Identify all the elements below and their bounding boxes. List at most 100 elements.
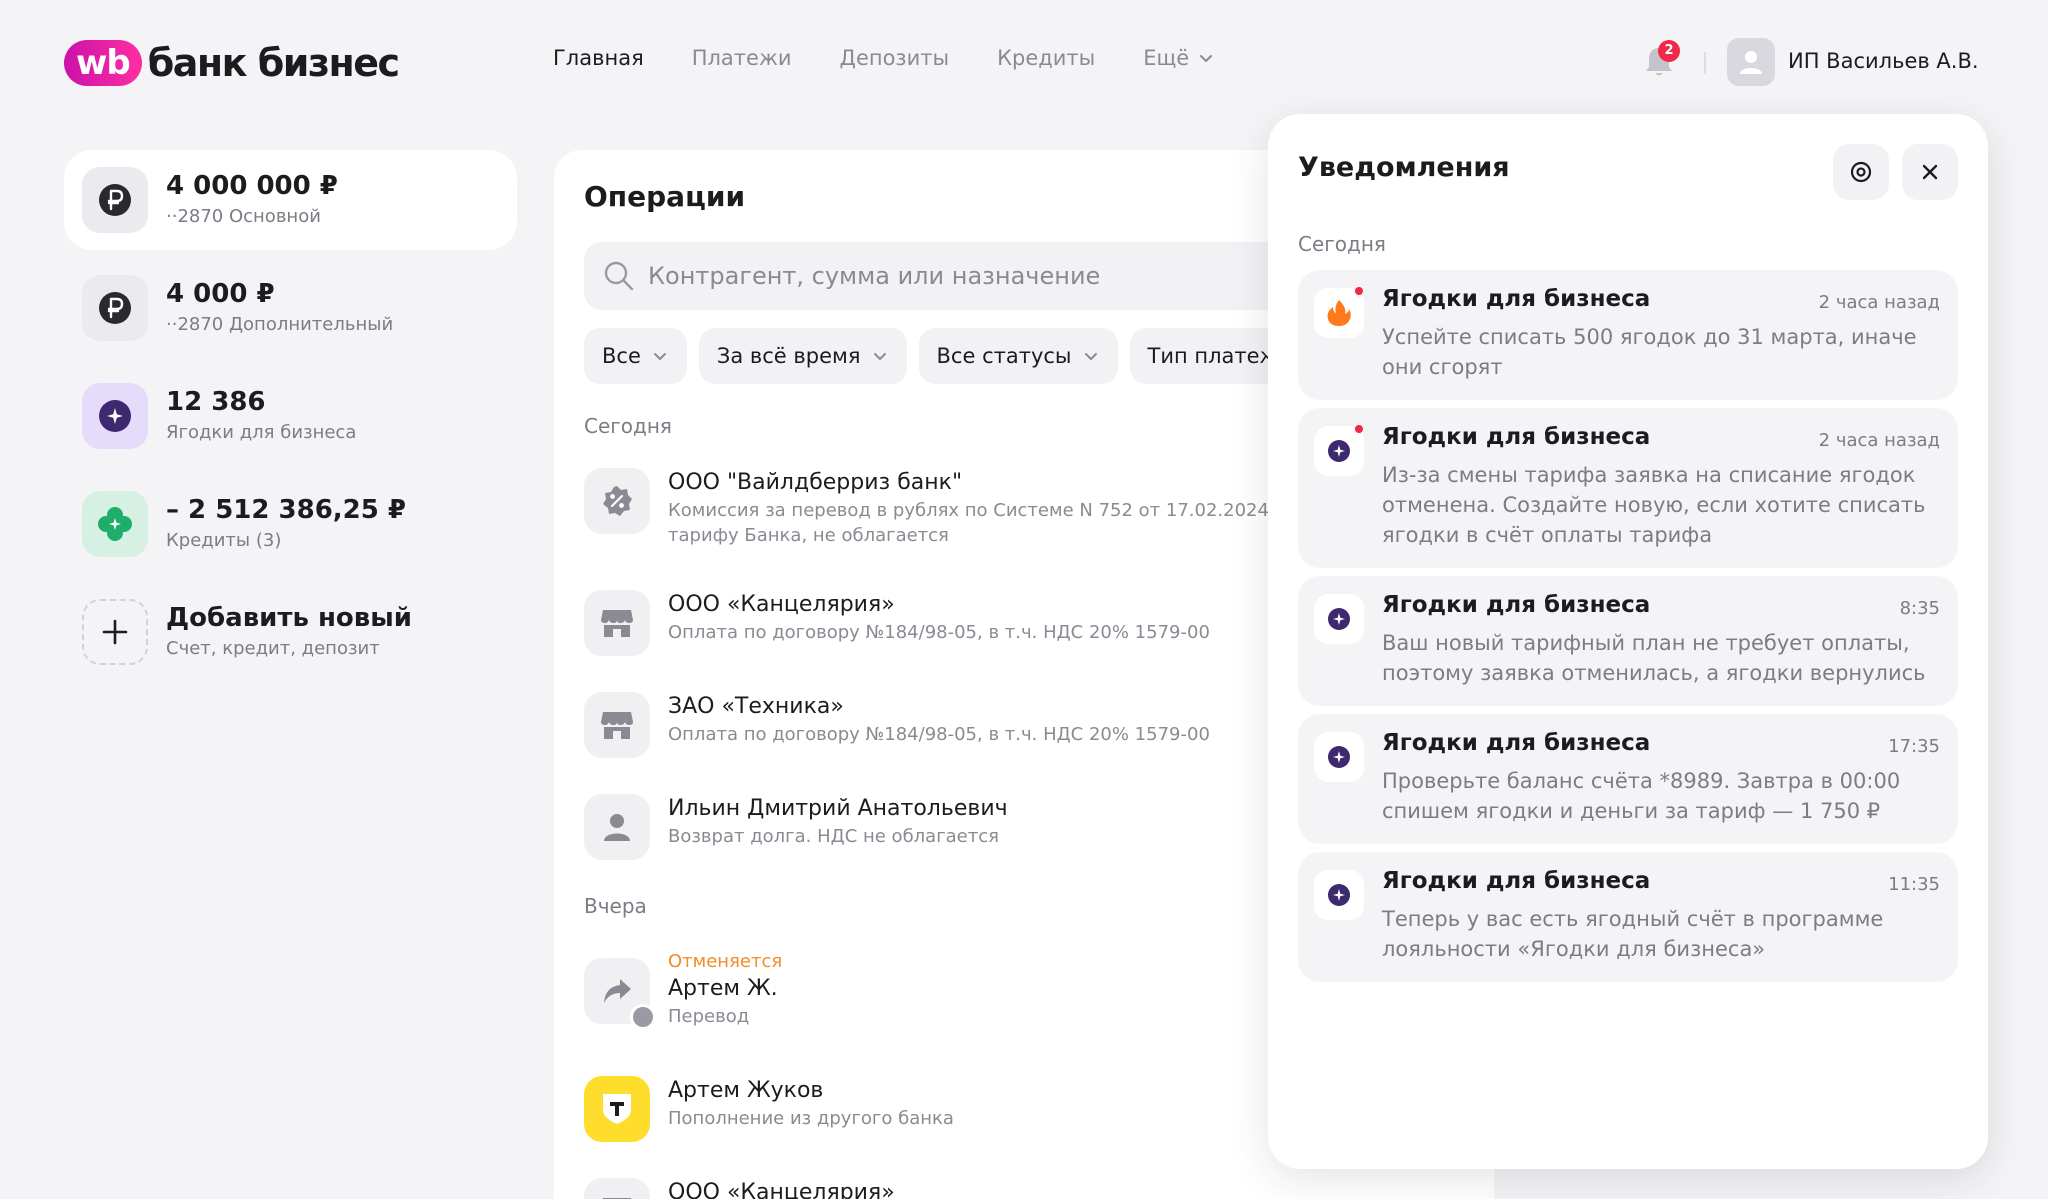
account-card-additional[interactable]: 4 000 ₽ ··2870 Дополнительный	[64, 258, 517, 358]
account-card-berries[interactable]: 12 386 Ягодки для бизнеса	[64, 366, 517, 466]
notification-icon-box	[1314, 732, 1364, 782]
account-amount: 4 000 ₽	[166, 279, 275, 309]
operation-icon-box	[584, 692, 650, 758]
notifications-panel: Уведомления Сегодня Ягодки для бизнеса 2…	[1268, 114, 1988, 1169]
berry-star-icon	[1328, 608, 1350, 630]
operation-row[interactable]: ООО «Канцелярия»	[584, 1178, 1484, 1199]
shop-icon	[602, 1198, 632, 1199]
accounts-list: 4 000 000 ₽ ··2870 Основной 4 000 ₽ ··28…	[64, 150, 517, 690]
main-nav: Главная Платежи Депозиты Кредиты Ещё	[553, 46, 1215, 70]
nav-item-deposits[interactable]: Депозиты	[840, 46, 950, 70]
user-name[interactable]: ИП Васильев А.В.	[1788, 49, 1979, 73]
berry-star-icon	[1328, 746, 1350, 768]
account-icon-box	[82, 491, 148, 557]
brand-logo[interactable]: wb банк бизнес	[64, 40, 400, 86]
operation-title: Артем Ж.	[668, 976, 778, 1001]
account-icon-box	[82, 167, 148, 233]
notification-card[interactable]: Ягодки для бизнеса 8:35 Ваш новый тарифн…	[1298, 576, 1958, 706]
ruble-icon	[99, 292, 131, 324]
notifications-section-today: Сегодня	[1298, 232, 1386, 256]
tbank-icon	[603, 1094, 631, 1124]
notification-settings-button[interactable]	[1833, 144, 1889, 200]
operation-title: ООО "Вайлдберриз банк"	[668, 470, 963, 495]
notification-card[interactable]: Ягодки для бизнеса 2 часа назад Успейте …	[1298, 270, 1958, 400]
plus-icon	[102, 619, 128, 645]
account-amount: 4 000 000 ₽	[166, 171, 338, 201]
operations-title: Операции	[584, 180, 746, 213]
account-amount: – 2 512 386,25 ₽	[166, 495, 406, 525]
notification-text: Проверьте баланс счёта *8989. Завтра в 0…	[1382, 769, 1901, 823]
filter-label: Все статусы	[936, 344, 1072, 368]
notification-text: Теперь у вас есть ягодный счёт в програм…	[1382, 907, 1884, 961]
filter-label: Все	[602, 344, 641, 368]
notification-time: 17:35	[1888, 736, 1940, 757]
logo-text: банк бизнес	[147, 41, 400, 85]
notification-icon-box	[1314, 594, 1364, 644]
account-icon-box	[82, 599, 148, 665]
account-subtitle: ··2870 Основной	[166, 206, 321, 227]
notification-text: Успейте списать 500 ягодок до 31 марта, …	[1382, 325, 1917, 379]
percent-icon	[603, 486, 632, 516]
nav-item-payments[interactable]: Платежи	[692, 46, 792, 70]
clock-icon	[630, 1004, 656, 1030]
operation-title: ООО «Канцелярия»	[668, 1180, 895, 1199]
notification-text: Из-за смены тарифа заявка на списание яг…	[1382, 463, 1926, 547]
filter-label: За всё время	[716, 344, 861, 368]
notification-card[interactable]: Ягодки для бизнеса 11:35 Теперь у вас ес…	[1298, 852, 1958, 982]
header-divider	[1704, 52, 1706, 74]
unread-dot	[1353, 423, 1365, 435]
filter-period[interactable]: За всё время	[698, 328, 907, 384]
person-icon	[604, 814, 630, 841]
account-card-main[interactable]: 4 000 000 ₽ ··2870 Основной	[64, 150, 517, 250]
chevron-down-icon	[1084, 353, 1097, 360]
shop-icon	[601, 610, 633, 637]
notification-count-badge: 2	[1658, 40, 1680, 62]
section-yesterday: Вчера	[584, 894, 647, 918]
notification-time: 11:35	[1888, 874, 1940, 895]
account-amount: Добавить новый	[166, 603, 412, 633]
search-icon	[604, 261, 634, 291]
close-button[interactable]	[1902, 144, 1958, 200]
nav-item-more[interactable]: Ещё	[1143, 46, 1215, 70]
notification-title: Ягодки для бизнеса	[1382, 730, 1651, 756]
filter-type-all[interactable]: Все	[584, 328, 687, 384]
avatar[interactable]	[1727, 38, 1775, 86]
notifications-title: Уведомления	[1298, 152, 1510, 183]
nav-item-credits[interactable]: Кредиты	[997, 46, 1095, 70]
top-header: wb банк бизнес Главная Платежи Депозиты …	[0, 0, 2048, 120]
settings-icon	[1850, 161, 1872, 183]
ruble-icon	[99, 184, 131, 216]
operation-icon-box	[584, 1076, 650, 1142]
berry-star-icon	[1328, 884, 1350, 906]
notification-title: Ягодки для бизнеса	[1382, 868, 1651, 894]
notification-time: 2 часа назад	[1818, 430, 1940, 451]
operation-icon-box	[584, 1178, 650, 1199]
notification-text: Ваш новый тарифный план не требует оплат…	[1382, 631, 1926, 685]
operation-icon-box	[584, 468, 650, 534]
notification-time: 8:35	[1899, 598, 1940, 619]
filter-status[interactable]: Все статусы	[918, 328, 1118, 384]
operation-icon-box	[584, 590, 650, 656]
operation-title: Артем Жуков	[668, 1078, 824, 1103]
operation-description: Комиссия за перевод в рублях по Системе …	[668, 500, 1363, 521]
filter-bar: Все За всё время Все статусы Тип платежа	[584, 328, 1310, 384]
chevron-down-icon	[1200, 55, 1213, 62]
nav-item-home[interactable]: Главная	[553, 46, 644, 70]
operation-description: Перевод	[668, 1006, 750, 1027]
operation-title: Ильин Дмитрий Анатольевич	[668, 796, 1008, 821]
operation-title: ООО «Канцелярия»	[668, 592, 895, 617]
operation-status: Отменяется	[668, 951, 783, 972]
notification-time: 2 часа назад	[1818, 292, 1940, 313]
operation-description: Оплата по договору №184/98-05, в т.ч. НД…	[668, 622, 1210, 643]
account-amount: 12 386	[166, 387, 266, 417]
notification-card[interactable]: Ягодки для бизнеса 2 часа назад Из-за см…	[1298, 408, 1958, 568]
notification-title: Ягодки для бизнеса	[1382, 424, 1651, 450]
operation-icon-box	[584, 794, 650, 860]
account-card-credits[interactable]: – 2 512 386,25 ₽ Кредиты (3)	[64, 474, 517, 574]
notification-title: Ягодки для бизнеса	[1382, 286, 1651, 312]
account-subtitle: Счет, кредит, депозит	[166, 638, 380, 659]
clover-icon	[98, 507, 132, 541]
notification-card[interactable]: Ягодки для бизнеса 17:35 Проверьте балан…	[1298, 714, 1958, 844]
fire-icon	[1327, 300, 1351, 326]
add-account-button[interactable]: Добавить новый Счет, кредит, депозит	[64, 582, 517, 682]
